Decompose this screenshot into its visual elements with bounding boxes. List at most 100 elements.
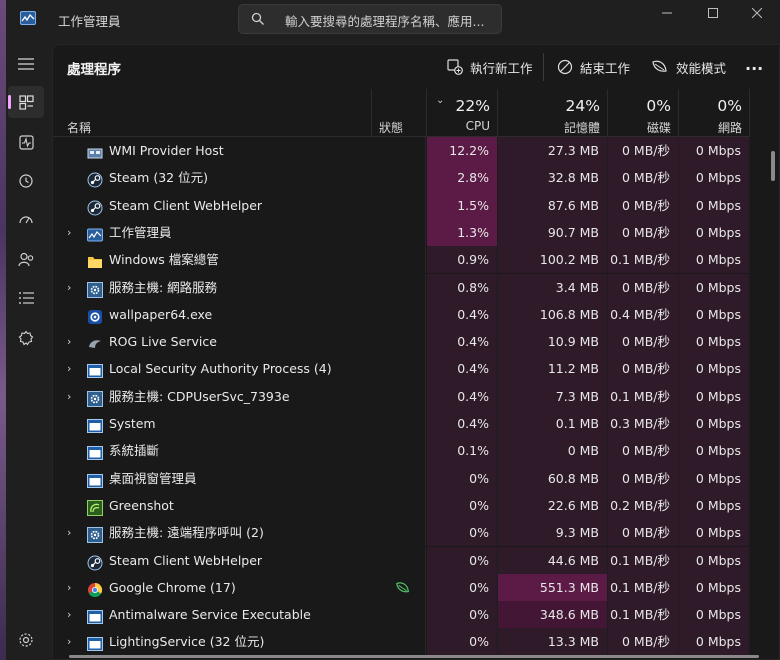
- expand-chevron-icon[interactable]: ›: [67, 355, 79, 382]
- process-name-cell: › 工作管理員: [53, 219, 371, 246]
- column-header-memory[interactable]: 24% 記憶體: [498, 89, 608, 137]
- process-status-cell: [371, 273, 426, 301]
- column-header-status[interactable]: 狀態: [372, 89, 427, 137]
- settings-button[interactable]: [8, 624, 44, 656]
- column-header-cpu[interactable]: ⌄ 22% CPU: [427, 89, 498, 137]
- expand-chevron-icon[interactable]: ›: [67, 328, 79, 355]
- minimize-button[interactable]: [644, 0, 690, 26]
- table-row[interactable]: Steam Client WebHelper 1.5% 87.6 MB 0 MB/秒 0…: [53, 191, 780, 219]
- disk-cell: 0 MB/秒: [608, 464, 679, 492]
- disk-cell: 0.1 MB/秒: [608, 601, 679, 629]
- expand-chevron-icon[interactable]: ›: [67, 519, 79, 546]
- close-button[interactable]: [734, 0, 780, 26]
- process-status-cell: [371, 437, 426, 465]
- table-row[interactable]: Steam Client WebHelper 0% 44.6 MB 0.1 MB/秒 0…: [53, 546, 780, 574]
- column-header-disk[interactable]: 0% 磁碟: [608, 89, 679, 137]
- nav-services[interactable]: [8, 322, 44, 354]
- disk-cell: 0.1 MB/秒: [608, 382, 679, 410]
- process-name-cell: 桌面視窗管理員: [53, 465, 371, 492]
- memory-cell: 9.3 MB: [498, 519, 608, 547]
- process-status-cell: [371, 546, 426, 574]
- expand-chevron-icon[interactable]: ›: [67, 219, 79, 246]
- expand-chevron-icon[interactable]: ›: [67, 601, 79, 628]
- network-cell: 0 Mbps: [679, 328, 750, 356]
- horizontal-scrollbar[interactable]: [69, 655, 759, 658]
- process-name-cell: › 服務主機: CDPUserSvc_7393e: [53, 383, 371, 410]
- table-row[interactable]: Steam (32 位元) 2.8% 32.8 MB 0 MB/秒 0 Mbps: [53, 164, 780, 192]
- nav-performance[interactable]: [8, 126, 44, 158]
- table-row[interactable]: › Google Chrome (17) 0% 551.3 MB 0.1 MB/秒 0 M…: [53, 573, 780, 602]
- hamburger-menu-button[interactable]: [8, 48, 44, 80]
- network-cell: 0 Mbps: [679, 300, 750, 329]
- network-cell: 0 Mbps: [679, 246, 750, 274]
- process-name-cell: Steam Client WebHelper: [53, 192, 371, 219]
- table-row[interactable]: Windows 檔案總管 0.9% 100.2 MB 0.1 MB/秒 0 Mbps: [53, 246, 780, 274]
- more-options-button[interactable]: ...: [745, 51, 763, 77]
- nav-startup-apps[interactable]: [8, 204, 44, 236]
- disk-cell: 0 MB/秒: [608, 191, 679, 219]
- process-name: Windows 檔案總管: [109, 252, 219, 268]
- column-header-name[interactable]: 名稱: [53, 89, 372, 137]
- process-name: ROG Live Service: [109, 334, 217, 350]
- network-cell: 0 Mbps: [679, 191, 750, 219]
- memory-cell: 7.3 MB: [498, 382, 608, 410]
- memory-cell: 60.8 MB: [498, 464, 608, 492]
- command-bar: 處理程序 執行新工作 結束工作 效能模式 ...: [53, 45, 780, 89]
- network-cell: 0 Mbps: [679, 519, 750, 547]
- cpu-cell: 0.4%: [427, 355, 498, 383]
- table-row[interactable]: › ROG Live Service 0.4% 10.9 MB 0 MB/秒 0 Mbps: [53, 328, 780, 356]
- process-list: WMI Provider Host 12.2% 27.3 MB 0 MB/秒 0 Mbp…: [53, 137, 780, 660]
- vertical-scrollbar[interactable]: [771, 151, 775, 181]
- end-task-button[interactable]: 結束工作: [557, 54, 630, 80]
- efficiency-mode-button[interactable]: 效能模式: [651, 54, 726, 80]
- expand-chevron-icon[interactable]: ›: [67, 383, 79, 410]
- table-row[interactable]: › LightingService (32 位元) 0% 13.3 MB 0 MB/秒 0…: [53, 628, 780, 656]
- table-row[interactable]: 系統插斷 0.1% 0 MB 0 MB/秒 0 Mbps: [53, 437, 780, 465]
- memory-cell: 100.2 MB: [498, 246, 608, 274]
- process-name: LightingService (32 位元): [109, 634, 265, 650]
- nav-app-history[interactable]: [8, 165, 44, 197]
- nav-users[interactable]: [8, 243, 44, 275]
- table-row[interactable]: › 工作管理員 1.3% 90.7 MB 0 MB/秒 0 Mbps: [53, 218, 780, 247]
- process-status-cell: [371, 601, 426, 629]
- process-status-cell: [371, 519, 426, 547]
- search-icon: [251, 12, 264, 25]
- table-row[interactable]: › Local Security Authority Process (4) 0.4…: [53, 355, 780, 383]
- process-name: Local Security Authority Process (4): [109, 361, 332, 377]
- search-input[interactable]: 輸入要搜尋的處理程序名稱、應用...: [285, 11, 484, 30]
- app-window-icon: [87, 361, 103, 379]
- greenshot-icon: [87, 498, 103, 516]
- table-row[interactable]: Greenshot 0% 22.6 MB 0.2 MB/秒 0 Mbps: [53, 491, 780, 520]
- expand-chevron-icon[interactable]: ›: [67, 574, 79, 601]
- table-row[interactable]: System 0.4% 0.1 MB 0.3 MB/秒 0 Mbps: [53, 410, 780, 438]
- run-new-task-button[interactable]: 執行新工作: [447, 54, 533, 80]
- table-row[interactable]: WMI Provider Host 12.2% 27.3 MB 0 MB/秒 0 Mbp…: [53, 137, 780, 165]
- process-name: Steam Client WebHelper: [109, 552, 263, 568]
- expand-chevron-icon[interactable]: ›: [67, 274, 79, 301]
- maximize-button[interactable]: [690, 0, 736, 26]
- table-row[interactable]: › 服務主機: 網路服務 0.8% 3.4 MB 0 MB/秒 0 Mbps: [53, 273, 780, 301]
- table-row[interactable]: › 服務主機: CDPUserSvc_7393e 0.4% 7.3 MB 0.1 MB/…: [53, 382, 780, 410]
- sidebar: [6, 38, 46, 660]
- cpu-cell: 0%: [427, 464, 498, 492]
- disk-cell: 0.2 MB/秒: [608, 491, 679, 520]
- table-row[interactable]: › 服務主機: 遠端程序呼叫 (2) 0% 9.3 MB 0 MB/秒 0 Mbps: [53, 519, 780, 547]
- process-name: Steam Client WebHelper: [109, 197, 263, 213]
- nav-details[interactable]: [8, 282, 44, 314]
- memory-cell: 87.6 MB: [498, 191, 608, 219]
- memory-cell: 90.7 MB: [498, 218, 608, 247]
- nav-processes[interactable]: [8, 86, 44, 118]
- disk-cell: 0.1 MB/秒: [608, 573, 679, 602]
- task-manager-icon: [20, 11, 36, 25]
- hamburger-icon: [18, 58, 34, 70]
- expand-chevron-icon[interactable]: ›: [67, 628, 79, 655]
- table-row[interactable]: wallpaper64.exe 0.4% 106.8 MB 0.4 MB/秒 0 Mbp…: [53, 300, 780, 329]
- app-history-icon: [19, 174, 33, 188]
- memory-cell: 551.3 MB: [498, 573, 608, 602]
- table-row[interactable]: › Antimalware Service Executable 0% 348.6 M…: [53, 601, 780, 629]
- cpu-cell: 0%: [427, 601, 498, 629]
- column-header-network[interactable]: 0% 網路: [679, 89, 750, 137]
- cpu-cell: 12.2%: [427, 137, 498, 165]
- table-row[interactable]: 桌面視窗管理員 0% 60.8 MB 0 MB/秒 0 Mbps: [53, 464, 780, 492]
- search-box[interactable]: 輸入要搜尋的處理程序名稱、應用...: [238, 4, 502, 34]
